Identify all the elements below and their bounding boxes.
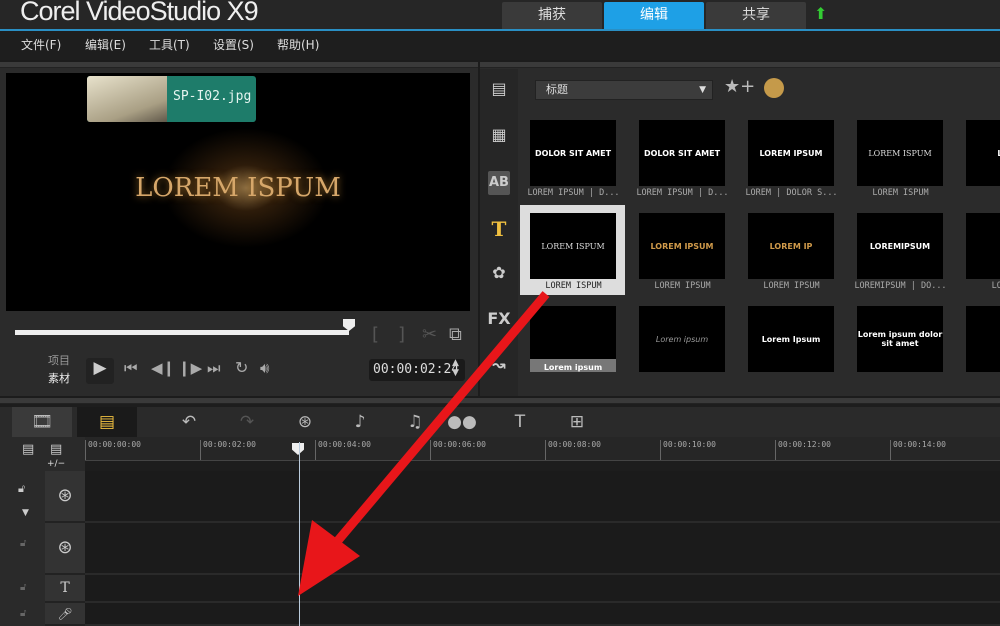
annotation-arrow: [298, 291, 550, 596]
arrow-shaft: [326, 291, 550, 553]
